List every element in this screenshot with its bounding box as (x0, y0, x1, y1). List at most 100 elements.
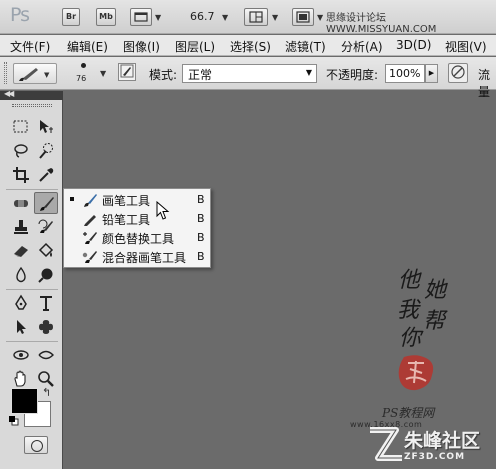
toolbox-header[interactable]: ◀◀ (0, 89, 63, 100)
tool-preset-picker[interactable]: ▼ (13, 63, 57, 84)
paint-bucket-tool[interactable] (34, 240, 58, 262)
mode-label: 模式: (149, 68, 178, 82)
divider (6, 341, 58, 342)
menu-select[interactable]: 选择(S) (230, 38, 271, 55)
watermark-text: 思缘设计论坛 WWW.MISSYUAN.COM (326, 13, 437, 35)
dodge-icon (38, 268, 53, 283)
arrow-icon (17, 320, 26, 334)
custom-shape-tool[interactable] (34, 316, 58, 338)
screen-mode-icon (296, 11, 310, 23)
eyedropper-icon (39, 168, 54, 182)
collapse-icon[interactable]: ◀◀ (4, 89, 14, 98)
marquee-icon (13, 120, 28, 133)
mixer-brush-icon (82, 251, 97, 263)
menu-bar: 文件(F) 编辑(E) 图像(I) 图层(L) 选择(S) 滤镜(T) 分析(A… (0, 35, 496, 56)
calligraphy-char: 帮 (423, 309, 446, 334)
drag-grip[interactable] (4, 62, 7, 84)
shortcut-key: B (197, 250, 205, 263)
screen-mode-button[interactable] (292, 8, 314, 26)
history-brush-icon (38, 219, 53, 233)
crop-tool[interactable] (9, 164, 33, 186)
chevron-down-icon[interactable]: ▼ (317, 13, 323, 22)
lasso-tool[interactable] (9, 140, 33, 162)
flyout-item-mixer-brush[interactable]: 混合器画笔工具 B (64, 247, 210, 266)
default-colors-icon[interactable] (9, 416, 19, 426)
eyedropper-tool[interactable] (34, 164, 58, 186)
toolbox-grip[interactable] (12, 104, 52, 107)
flyout-item-label: 画笔工具 (102, 194, 151, 208)
quick-mask-button[interactable] (24, 436, 48, 454)
stamp-icon (14, 220, 28, 234)
opacity-label: 不透明度: (326, 68, 379, 82)
eraser-tool[interactable] (9, 240, 33, 262)
menu-3d[interactable]: 3D(D) (396, 38, 431, 52)
3d-rotate-tool[interactable] (9, 344, 33, 366)
opacity-input[interactable]: 100% (385, 64, 425, 83)
rotate-3d-icon (13, 350, 29, 360)
menu-image[interactable]: 图像(I) (123, 38, 160, 55)
calligraphy-char: 你 (399, 326, 422, 351)
pressure-opacity-icon (451, 65, 465, 79)
brush-tools-flyout: 画笔工具 B 铅笔工具 B 颜色替换工具 B 混合器画笔工具 B (63, 188, 211, 268)
svg-text:▼: ▼ (44, 71, 50, 79)
bridge-button[interactable]: Br (62, 8, 80, 26)
zoom-level[interactable]: 66.7 (190, 10, 215, 23)
chevron-down-icon[interactable]: ▼ (272, 13, 278, 22)
menu-view[interactable]: 视图(V) (445, 38, 487, 55)
quick-selection-tool[interactable] (34, 140, 58, 162)
flyout-item-label: 颜色替换工具 (102, 232, 175, 246)
flyout-item-label: 铅笔工具 (102, 213, 151, 227)
hand-icon (14, 370, 26, 387)
droplet-icon (16, 266, 26, 283)
selected-bullet (70, 197, 74, 201)
quick-selection-icon (39, 143, 53, 159)
blur-tool[interactable] (9, 264, 33, 286)
history-brush-tool[interactable] (34, 216, 58, 238)
shape-icon (39, 320, 53, 334)
clone-stamp-tool[interactable] (9, 216, 33, 238)
shortcut-key: B (197, 193, 205, 206)
chevron-down-icon[interactable]: ▼ (100, 69, 106, 78)
swap-colors-icon[interactable]: ↰ (42, 386, 51, 399)
photoshop-logo: Ps (10, 4, 30, 26)
view-extras-button[interactable] (130, 8, 152, 26)
menu-layer[interactable]: 图层(L) (175, 38, 215, 55)
opacity-slider-toggle[interactable]: ▶ (425, 64, 438, 83)
mini-bridge-button[interactable]: Mb (96, 8, 116, 26)
dodge-tool[interactable] (34, 264, 58, 286)
foreground-color-swatch[interactable] (11, 388, 38, 414)
menu-filter[interactable]: 滤镜(T) (285, 38, 326, 55)
spot-healing-tool[interactable] (9, 192, 33, 214)
brush-icon (84, 194, 97, 207)
chevron-down-icon: ▼ (305, 68, 312, 77)
type-tool[interactable] (34, 292, 58, 314)
menu-edit[interactable]: 编辑(E) (67, 38, 108, 55)
chevron-down-icon[interactable]: ▼ (222, 13, 228, 22)
brush-icon (40, 197, 54, 211)
chevron-down-icon[interactable]: ▼ (155, 13, 161, 22)
red-seal-stamp (398, 355, 434, 391)
shortcut-key: B (197, 231, 205, 244)
flow-label: 流量 (478, 68, 491, 99)
hand-tool[interactable] (9, 368, 33, 390)
mouse-cursor-icon (156, 201, 170, 220)
arrange-documents-button[interactable] (244, 8, 268, 26)
application-bar: Ps Br Mb ▼ 66.7 ▼ ▼ ▼ 思缘设计论坛 WWW.MISSYUA… (0, 0, 496, 35)
flyout-item-pencil[interactable]: 铅笔工具 B (64, 209, 210, 228)
path-selection-tool[interactable] (9, 316, 33, 338)
menu-file[interactable]: 文件(F) (10, 38, 50, 55)
crop-icon (13, 167, 29, 183)
tablet-pressure-button[interactable] (448, 63, 468, 83)
menu-analysis[interactable]: 分析(A) (341, 38, 383, 55)
marquee-tool[interactable] (9, 116, 33, 138)
brush-panel-icon (120, 64, 134, 78)
flyout-item-brush[interactable]: 画笔工具 B (64, 190, 210, 209)
3d-orbit-tool[interactable] (34, 344, 58, 366)
flyout-item-color-replacement[interactable]: 颜色替换工具 B (64, 228, 210, 247)
brand-url: ZF3D.COM (404, 452, 466, 462)
pen-tool[interactable] (9, 292, 33, 314)
brush-tool[interactable] (34, 192, 58, 214)
move-tool[interactable] (34, 116, 58, 138)
brush-panel-toggle[interactable] (118, 63, 136, 81)
blend-mode-select[interactable]: 正常 ▼ (182, 64, 317, 83)
